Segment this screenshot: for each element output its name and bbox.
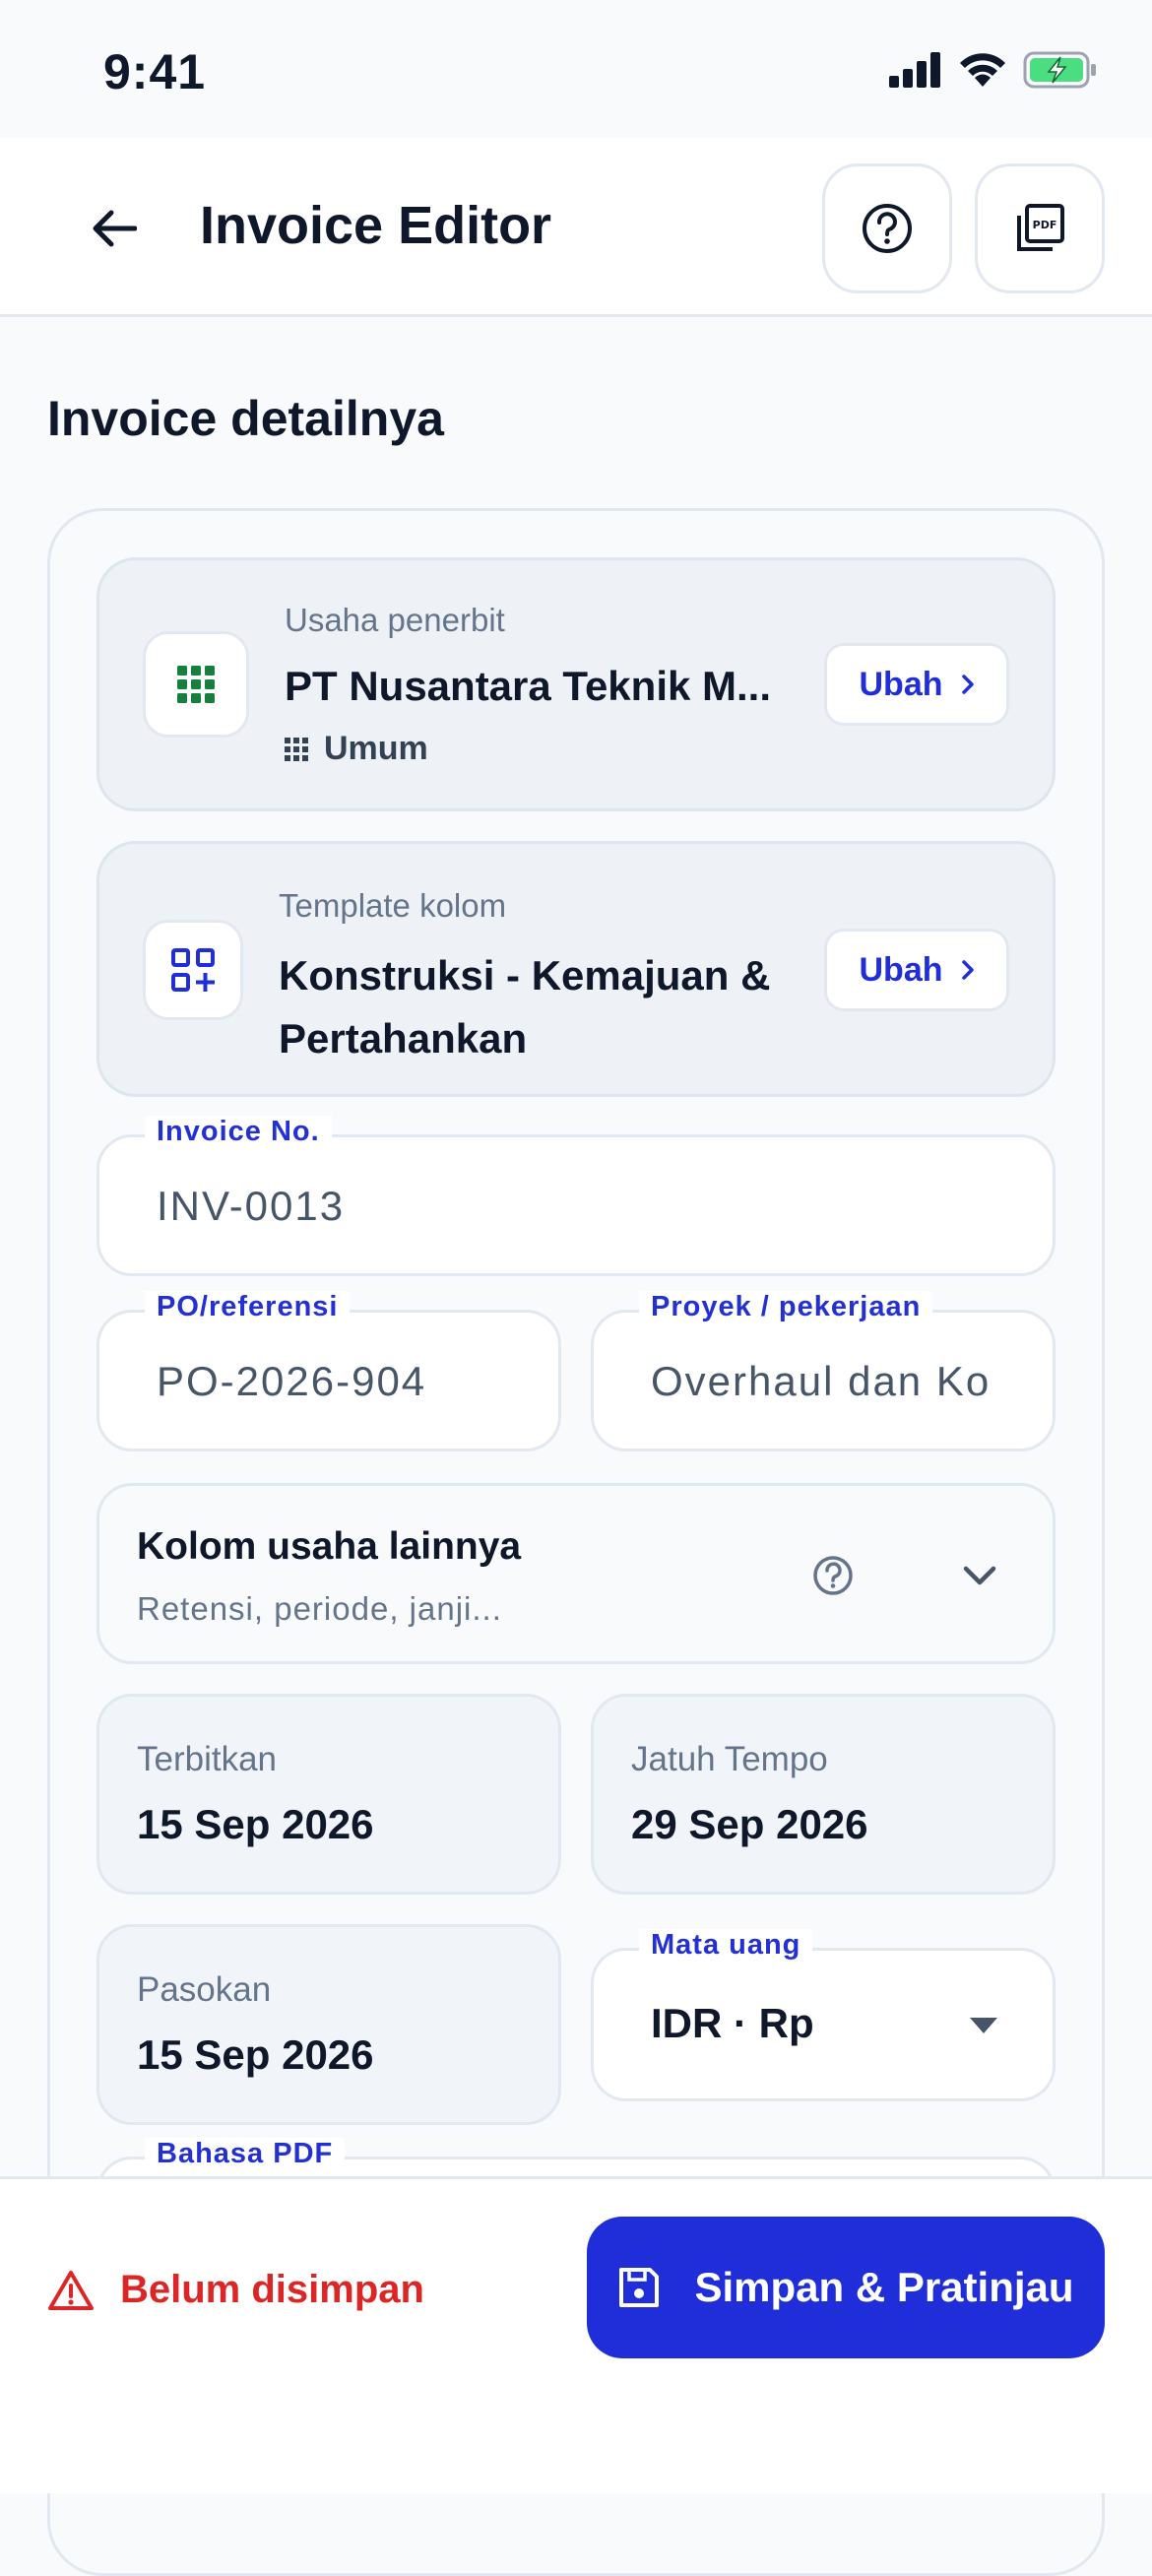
more-fields-title: Kolom usaha lainnya — [137, 1525, 522, 1568]
status-time: 9:41 — [103, 44, 207, 99]
help-circle-icon — [863, 204, 912, 253]
save-icon — [619, 2268, 660, 2307]
issuer-tag-label: Umum — [324, 730, 428, 767]
currency-select[interactable]: Mata uang IDR · Rp — [591, 1929, 1056, 2101]
column-template-card[interactable]: Template kolom Konstruksi - Kemajuan & P… — [96, 841, 1056, 1097]
project-field[interactable]: Proyek / pekerjaan Overhaul dan Ko — [591, 1291, 1056, 1451]
status-icons — [889, 51, 1098, 89]
change-issuer-label: Ubah — [859, 665, 943, 703]
back-button[interactable] — [79, 193, 150, 264]
status-bar: 9:41 — [0, 0, 1152, 138]
chevron-down-icon[interactable] — [962, 1565, 997, 1586]
caret-down-icon — [970, 2018, 997, 2033]
issuer-business-card[interactable]: Usaha penerbit PT Nusantara Teknik M... … — [96, 557, 1056, 811]
template-name-line1: Konstruksi - Kemajuan & — [279, 952, 771, 998]
issue-date-label: Terbitkan — [137, 1740, 278, 1778]
battery-charging-icon — [1023, 51, 1096, 89]
chevron-right-icon — [961, 960, 974, 980]
warning-triangle-icon — [48, 2270, 94, 2310]
cellular-signal-icon — [889, 52, 940, 88]
due-date-value: 29 Sep 2026 — [631, 1801, 868, 1847]
template-name-line2: Pertahankan — [279, 1015, 528, 1062]
change-template-button[interactable]: Ubah — [824, 929, 1009, 1011]
arrow-left-icon — [93, 210, 137, 247]
chevron-right-icon — [961, 675, 974, 694]
more-business-fields-toggle[interactable]: Kolom usaha lainnya Retensi, periode, ja… — [96, 1483, 1056, 1664]
issue-date-value: 15 Sep 2026 — [137, 1801, 374, 1847]
wifi-icon — [960, 53, 1005, 87]
po-reference-field[interactable]: PO/referensi PO-2026-904 — [96, 1291, 561, 1451]
currency-label: Mata uang — [639, 1929, 813, 1962]
app-bar: Invoice Editor PDF — [0, 138, 1152, 317]
apps-grid-icon — [143, 631, 249, 738]
po-reference-value: PO-2026-904 — [157, 1358, 427, 1404]
add-widget-icon — [143, 920, 243, 1020]
change-issuer-button[interactable]: Ubah — [824, 643, 1009, 726]
more-fields-subtitle: Retensi, periode, janji... — [137, 1590, 502, 1627]
pdf-export-button[interactable]: PDF — [975, 163, 1105, 293]
project-label: Proyek / pekerjaan — [639, 1291, 933, 1323]
invoice-number-value: INV-0013 — [157, 1183, 346, 1229]
supply-date-value: 15 Sep 2026 — [137, 2031, 374, 2078]
project-value: Overhaul dan Ko — [651, 1358, 992, 1404]
po-reference-label: PO/referensi — [145, 1291, 351, 1323]
template-name: Konstruksi - Kemajuan & Pertahankan — [279, 944, 770, 1070]
save-preview-button[interactable]: Simpan & Pratinjau — [587, 2217, 1105, 2358]
section-title: Invoice detailnya — [47, 391, 444, 446]
svg-text:PDF: PDF — [1033, 219, 1057, 231]
issue-date-field[interactable]: Terbitkan 15 Sep 2026 — [96, 1694, 561, 1895]
supply-date-field[interactable]: Pasokan 15 Sep 2026 — [96, 1924, 561, 2125]
issuer-label: Usaha penerbit — [285, 602, 505, 638]
help-button[interactable] — [822, 163, 952, 293]
unsaved-status: Belum disimpan — [47, 2268, 424, 2312]
grid-small-icon — [285, 737, 308, 761]
invoice-number-field[interactable]: Invoice No. INV-0013 — [96, 1116, 1056, 1276]
help-circle-icon[interactable] — [812, 1555, 854, 1596]
bottom-action-bar: Belum disimpan Simpan & Pratinjau — [0, 2176, 1152, 2493]
template-label: Template kolom — [279, 887, 507, 924]
issuer-tag: Umum — [285, 730, 428, 768]
supply-date-label: Pasokan — [137, 1970, 272, 2009]
due-date-label: Jatuh Tempo — [631, 1740, 828, 1778]
unsaved-label: Belum disimpan — [120, 2268, 424, 2311]
pdf-file-icon: PDF — [1017, 204, 1064, 251]
due-date-field[interactable]: Jatuh Tempo 29 Sep 2026 — [591, 1694, 1056, 1895]
change-template-label: Ubah — [859, 950, 943, 989]
currency-value: IDR · Rp — [651, 2000, 814, 2046]
pdf-language-label: Bahasa PDF — [145, 2138, 346, 2170]
save-preview-label: Simpan & Pratinjau — [694, 2264, 1074, 2310]
issuer-name: PT Nusantara Teknik M... — [285, 663, 772, 709]
page-title: Invoice Editor — [200, 196, 552, 255]
invoice-number-label: Invoice No. — [145, 1116, 332, 1148]
